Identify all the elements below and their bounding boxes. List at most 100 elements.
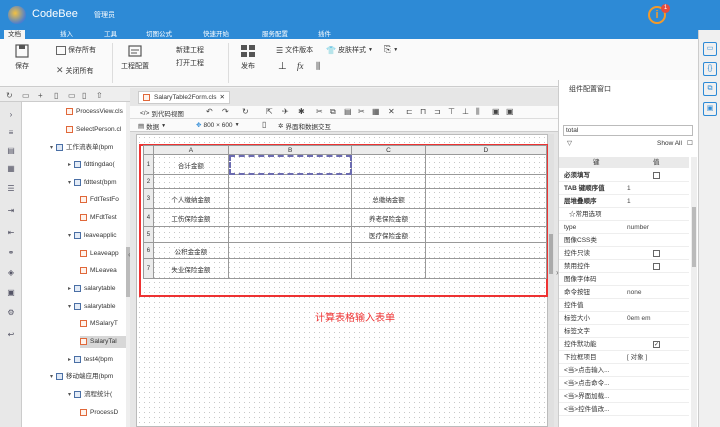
list-item[interactable]: ▾ 工作流表单(bpm (50, 142, 113, 154)
table-cell[interactable]: 公积金金额 (152, 242, 230, 259)
upload-icon[interactable]: ⇧ (96, 91, 103, 100)
file-version-button[interactable]: ☰ 文件版本 (276, 45, 313, 55)
table-icon[interactable]: ▤ (6, 146, 16, 155)
table-cell[interactable]: 医疗保险金额 (351, 226, 426, 243)
table-cell[interactable] (152, 226, 230, 243)
property-value[interactable]: number (627, 222, 649, 234)
doc-tab[interactable]: SalaryTable2Form.cls ✕ (138, 91, 230, 104)
grid-icon[interactable]: ▦ (6, 164, 16, 173)
property-row[interactable]: 层堆叠顺序 1 (559, 196, 689, 208)
menu-document[interactable]: 文档 (4, 30, 25, 39)
property-scrollbar-thumb[interactable] (692, 207, 696, 267)
delete-icon[interactable]: ✕ (388, 107, 395, 116)
table-cell[interactable] (228, 188, 353, 209)
property-checkbox[interactable] (653, 172, 660, 179)
property-value[interactable]: none (627, 287, 641, 299)
menu-service-config[interactable]: 服务配置 (262, 30, 288, 39)
table-cell[interactable] (351, 242, 426, 259)
menu-formula[interactable]: 切图公式 (146, 30, 172, 39)
table-cell[interactable] (228, 208, 353, 227)
new-file-icon[interactable]: ▯ (54, 91, 58, 100)
table-cell[interactable] (424, 226, 548, 243)
tag-icon[interactable]: ◈ (6, 268, 16, 277)
list-item[interactable]: ProcessView.cls (66, 106, 123, 118)
list-item-selected[interactable]: SalaryTal (80, 336, 126, 348)
refresh-icon[interactable]: ↻ (6, 91, 13, 100)
document-icon[interactable]: ▭ (703, 42, 717, 56)
property-scrollbar[interactable] (691, 157, 697, 427)
list-item[interactable]: ▾ 移动端应用(bpm (50, 371, 113, 383)
window-icon[interactable]: ▣ (703, 102, 717, 116)
code-view-button[interactable]: </> 到代码视图 (140, 108, 184, 119)
table-cell[interactable] (228, 174, 353, 189)
copy-icon[interactable]: ▯ (82, 91, 86, 100)
property-checkbox[interactable] (653, 263, 660, 270)
table-cell[interactable] (424, 208, 548, 227)
table-cell[interactable] (351, 258, 426, 279)
list-item[interactable]: ▸ salarytable (68, 283, 115, 295)
table-cell[interactable] (424, 174, 548, 189)
property-row[interactable]: TAB 键顺序值 1 (559, 183, 689, 195)
list-item[interactable]: ▾ salarytable (68, 301, 115, 313)
table-cell[interactable]: 失业保险金额 (152, 258, 230, 279)
resolution-select[interactable]: ✥ 800 × 600 ▼ (196, 121, 240, 130)
table-cell[interactable] (228, 258, 353, 279)
table-cell[interactable]: 总缴纳金额 (351, 188, 426, 209)
property-value[interactable]: 0em em (627, 313, 650, 325)
layers-icon[interactable]: ⧉ (703, 82, 717, 96)
canvas-scrollbar[interactable] (548, 134, 554, 427)
align-center-icon[interactable]: ⊓ (420, 107, 426, 116)
align-top-icon[interactable]: ⊤ (448, 107, 455, 116)
menu-quickstart[interactable]: 快速开始 (203, 30, 229, 39)
layout-icon[interactable]: ▣ (506, 107, 514, 116)
grid-icon[interactable]: ▦ (372, 107, 380, 116)
cut-icon[interactable]: ✂ (316, 107, 323, 116)
save-button[interactable]: 保存 (10, 44, 34, 71)
property-row[interactable]: <当>界面加载... (559, 391, 689, 403)
folder-icon[interactable]: ▭ (68, 91, 76, 100)
close-all-button[interactable]: ✕ 关闭所有 (56, 65, 94, 76)
table-cell[interactable] (424, 258, 548, 279)
property-row[interactable]: 标签大小 0em em (559, 313, 689, 325)
undo-icon[interactable]: ↶ (206, 107, 213, 116)
property-row[interactable]: 下拉框项目 [ 对象 ] (559, 352, 689, 364)
list-item[interactable]: MFdtTest (80, 212, 117, 224)
link-icon[interactable]: ⚭ (6, 248, 16, 257)
ui-interaction-button[interactable]: ✲ 界面和数据交互 (278, 121, 331, 131)
skin-style-button[interactable]: 👕 皮肤样式 ▼ (326, 45, 373, 55)
collapse-icon[interactable]: ▭ (22, 91, 30, 100)
table-cell[interactable] (351, 174, 426, 189)
property-value[interactable]: [ 对象 ] (627, 352, 647, 364)
table-cell-selected[interactable] (228, 154, 353, 175)
formula-button[interactable]: fx (297, 61, 304, 71)
property-row[interactable]: 命令按钮 none (559, 287, 689, 299)
design-canvas[interactable]: A B C D 1 合计金额 2 3 个人缴纳金额 总缴纳金额 4 工伤保险金额… (136, 134, 548, 427)
list-item[interactable]: SelectPerson.cl (66, 124, 121, 136)
redo-icon[interactable]: ↷ (222, 107, 229, 116)
property-row[interactable]: 必须填写 (559, 170, 689, 182)
property-row[interactable]: 控件值 (559, 300, 689, 312)
table-cell[interactable] (228, 226, 353, 243)
refresh-icon[interactable]: ↻ (242, 107, 249, 116)
table-cell[interactable]: 养老保险金额 (351, 208, 426, 227)
mobile-icon[interactable]: ▯ (262, 120, 266, 129)
data-button[interactable]: ▤ 数据 ▼ (138, 121, 166, 131)
property-row[interactable]: 标签文字 (559, 326, 689, 338)
property-value[interactable]: 1 (627, 196, 631, 208)
table-cell[interactable]: 个人缴纳金额 (152, 188, 230, 209)
send-icon[interactable]: ✈ (282, 107, 289, 116)
list-item[interactable]: ▾ leaveapplic (68, 230, 117, 242)
column-header-a[interactable]: A (152, 145, 230, 155)
qrcode-icon[interactable]: ▣ (6, 288, 16, 297)
form-table[interactable]: A B C D 1 合计金额 2 3 个人缴纳金额 总缴纳金额 4 工伤保险金额… (143, 145, 548, 279)
property-checkbox[interactable]: ✓ (653, 341, 660, 348)
align-right-icon[interactable]: ⊐ (434, 107, 441, 116)
align-middle-icon[interactable]: ⊥ (462, 107, 469, 116)
property-row[interactable]: <当>点击命令... (559, 378, 689, 390)
export-button[interactable]: ⎘ ▼ (384, 44, 398, 55)
list-icon[interactable]: ≡ (6, 128, 16, 137)
paste-icon[interactable]: ▤ (344, 107, 352, 116)
property-row[interactable]: <当>控件值改... (559, 404, 689, 416)
table-cell[interactable] (152, 174, 230, 189)
expand-icon[interactable]: › (6, 110, 16, 119)
